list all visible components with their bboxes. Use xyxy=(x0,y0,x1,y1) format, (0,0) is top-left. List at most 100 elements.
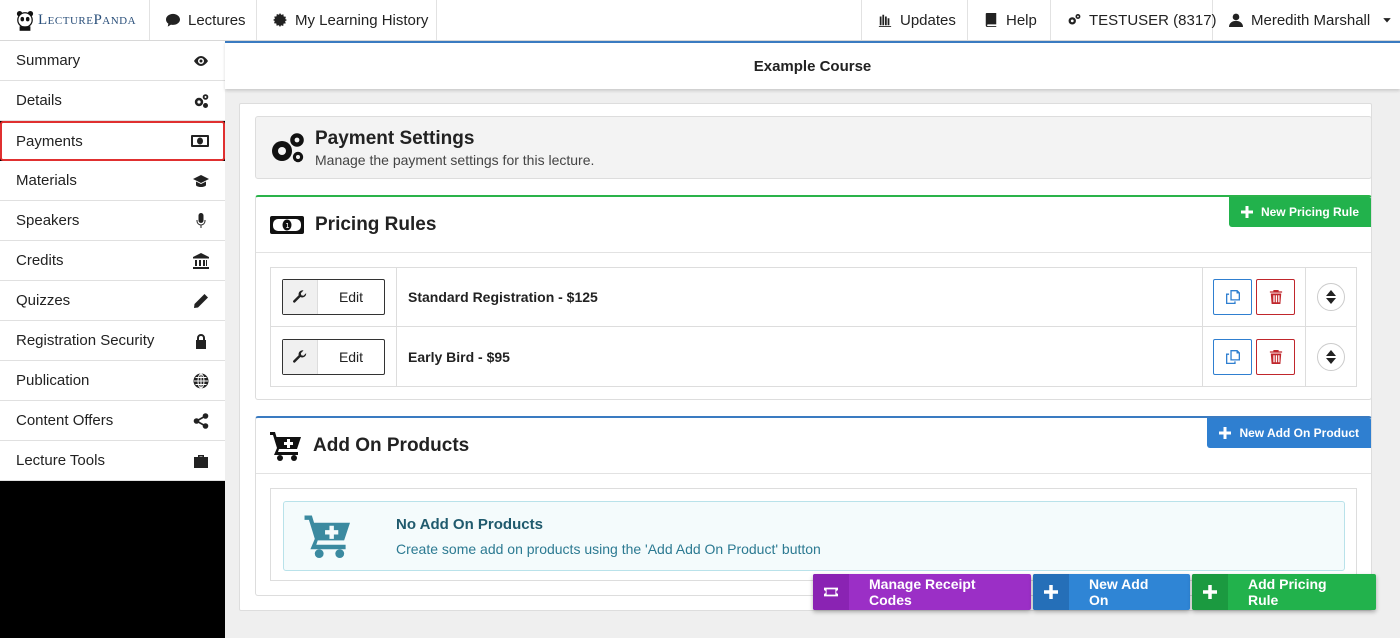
plus-icon xyxy=(1033,574,1069,610)
manage-receipt-codes-button[interactable]: Manage Receipt Codes xyxy=(813,574,1031,610)
sidebar-item-label: Details xyxy=(16,92,62,109)
new-add-on-label: New Add On xyxy=(1089,576,1149,608)
add-pricing-rule-button[interactable]: Add Pricing Rule xyxy=(1192,574,1376,610)
new-pricing-rule-label: New Pricing Rule xyxy=(1260,205,1359,219)
sort-cell xyxy=(1306,327,1356,386)
edit-cell: Edit xyxy=(271,327,397,386)
payment-settings-header: Payment Settings Manage the payment sett… xyxy=(255,116,1372,179)
lock-icon xyxy=(196,333,206,349)
sidebar-item-credits[interactable]: Credits xyxy=(0,241,225,281)
add-on-products-panel: Add On Products New Add On Product No Ad… xyxy=(255,416,1372,596)
copy-icon xyxy=(1225,349,1240,364)
delete-rule-button[interactable] xyxy=(1256,279,1295,315)
sidebar-item-payments[interactable]: Payments xyxy=(0,121,225,161)
comment-icon xyxy=(166,13,180,27)
navbar-spacer xyxy=(437,0,862,40)
new-pricing-rule-button[interactable]: New Pricing Rule xyxy=(1228,197,1371,227)
sidebar-item-label: Publication xyxy=(16,372,90,389)
edit-label: Edit xyxy=(338,289,364,305)
eye-icon xyxy=(194,55,208,66)
edit-rule-button[interactable]: Edit xyxy=(282,279,385,315)
app-logo[interactable]: LecturePanda xyxy=(0,0,150,40)
microphone-icon xyxy=(196,212,206,228)
add-on-products-body: No Add On Products Create some add on pr… xyxy=(270,488,1357,581)
sidebar-item-registration-security[interactable]: Registration Security xyxy=(0,321,225,361)
nav-my-learning-history[interactable]: My Learning History xyxy=(257,0,437,40)
sidebar-item-details[interactable]: Details xyxy=(0,81,225,121)
sidebar-item-label: Speakers xyxy=(16,212,80,229)
table-row: Edit Early Bird - $95 xyxy=(271,327,1356,386)
sort-handle[interactable] xyxy=(1317,283,1345,311)
payment-settings-subtitle: Manage the payment settings for this lec… xyxy=(315,151,595,168)
add-on-products-header: Add On Products New Add On Product xyxy=(256,418,1371,474)
sidebar-item-label: Lecture Tools xyxy=(16,452,105,469)
share-icon xyxy=(193,412,209,429)
bullhorn-icon xyxy=(878,14,892,27)
empty-state-alert: No Add On Products Create some add on pr… xyxy=(283,501,1345,571)
copy-rule-button[interactable] xyxy=(1213,279,1252,315)
nav-testuser[interactable]: TESTUSER (8317) xyxy=(1051,0,1217,40)
graduation-cap-icon xyxy=(193,174,209,187)
logo-text: LecturePanda xyxy=(38,11,137,28)
edit-rule-button[interactable]: Edit xyxy=(282,338,385,375)
wrench-icon xyxy=(283,280,318,314)
user-icon xyxy=(1229,13,1243,27)
payment-settings-title: Payment Settings xyxy=(315,127,475,149)
money-icon xyxy=(191,135,209,147)
plus-icon xyxy=(1240,206,1253,218)
add-on-products-title: Add On Products xyxy=(313,434,470,456)
cogs-icon xyxy=(194,93,209,108)
plus-icon xyxy=(1219,427,1232,439)
main-content: Example Course Payment Settings Manage t… xyxy=(225,41,1400,638)
pricing-rules-panel: 1 Pricing Rules New Pricing Rule Edit St… xyxy=(255,195,1372,400)
sidebar-item-quizzes[interactable]: Quizzes xyxy=(0,281,225,321)
nav-updates[interactable]: Updates xyxy=(862,0,968,40)
empty-state-text: Create some add on products using the 'A… xyxy=(396,540,821,557)
briefcase-icon xyxy=(194,454,208,468)
nav-lectures[interactable]: Lectures xyxy=(150,0,257,40)
sidebar-item-label: Materials xyxy=(16,172,77,189)
rule-name: Standard Registration - $125 xyxy=(408,289,598,305)
sort-icon xyxy=(1326,290,1336,304)
top-navbar: LecturePanda Lectures My Learning Histor… xyxy=(0,0,1400,41)
sidebar-item-label: Content Offers xyxy=(16,412,114,429)
edit-label: Edit xyxy=(338,348,364,365)
rule-actions xyxy=(1202,268,1306,326)
pricing-rules-header: 1 Pricing Rules New Pricing Rule xyxy=(256,197,1371,253)
nav-history-label: My Learning History xyxy=(295,11,429,29)
new-add-on-product-button[interactable]: New Add On Product xyxy=(1207,418,1371,448)
copy-icon xyxy=(1225,290,1240,304)
gear-icon xyxy=(273,13,287,27)
pricing-rules-table: Edit Standard Registration - $125 Edit E… xyxy=(270,267,1357,387)
trash-icon xyxy=(1269,349,1282,364)
plus-icon xyxy=(1192,574,1228,610)
cogs-icon xyxy=(272,132,304,162)
floating-actions: Manage Receipt Codes New Add On Add Pric… xyxy=(813,574,1376,610)
sidebar-item-lecture-tools[interactable]: Lecture Tools xyxy=(0,441,225,481)
book-icon xyxy=(985,13,997,27)
money-icon: 1 xyxy=(270,215,304,234)
sidebar-item-label: Registration Security xyxy=(16,332,155,349)
wrench-icon xyxy=(283,339,318,374)
new-add-on-button[interactable]: New Add On xyxy=(1033,574,1190,610)
pricing-rules-title: Pricing Rules xyxy=(315,213,437,235)
bank-icon xyxy=(193,252,209,269)
sort-handle[interactable] xyxy=(1317,342,1345,371)
new-add-on-product-label: New Add On Product xyxy=(1239,426,1359,440)
user-menu[interactable]: Meredith Marshall xyxy=(1213,0,1400,40)
sidebar-item-speakers[interactable]: Speakers xyxy=(0,201,225,241)
delete-rule-button[interactable] xyxy=(1256,338,1295,375)
nav-testuser-label: TESTUSER (8317) xyxy=(1089,11,1217,29)
nav-updates-label: Updates xyxy=(900,11,956,29)
copy-rule-button[interactable] xyxy=(1213,338,1252,375)
user-name: Meredith Marshall xyxy=(1251,11,1371,29)
svg-text:1: 1 xyxy=(285,222,289,230)
sidebar-item-summary[interactable]: Summary xyxy=(0,41,225,81)
sidebar-item-publication[interactable]: Publication xyxy=(0,361,225,401)
empty-state-title: No Add On Products xyxy=(396,515,543,533)
nav-help[interactable]: Help xyxy=(968,0,1051,40)
sidebar-item-content-offers[interactable]: Content Offers xyxy=(0,401,225,441)
sidebar-item-materials[interactable]: Materials xyxy=(0,161,225,201)
globe-icon xyxy=(193,373,209,388)
nav-lectures-label: Lectures xyxy=(188,11,246,29)
